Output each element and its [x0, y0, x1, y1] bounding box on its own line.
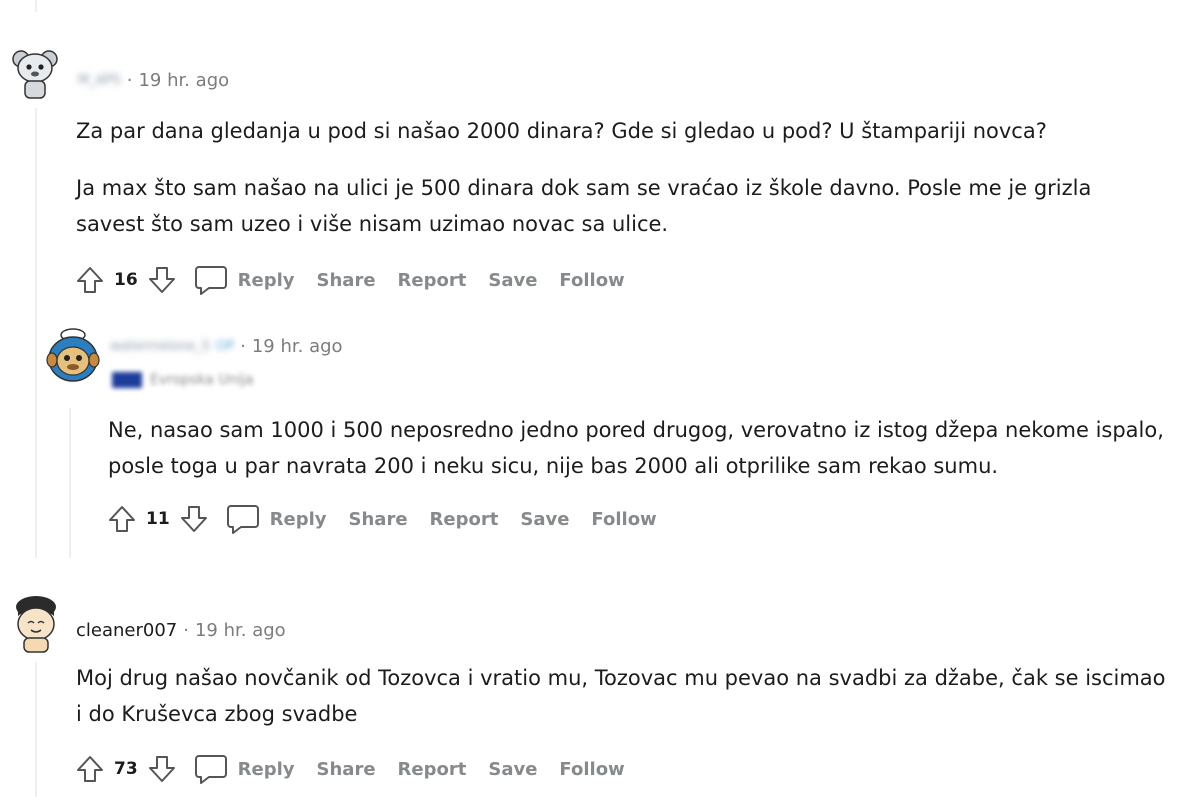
timestamp[interactable]: 19 hr. ago	[138, 70, 229, 91]
reply-button[interactable]: Reply	[238, 759, 295, 780]
save-button[interactable]: Save	[488, 270, 537, 291]
thread-line[interactable]	[35, 108, 37, 558]
username[interactable]: watermelone_S	[110, 339, 210, 354]
save-button[interactable]: Save	[520, 509, 569, 530]
thread-line[interactable]	[35, 662, 37, 797]
follow-button[interactable]: Follow	[559, 270, 624, 291]
comment-body: Za par dana gledanja u pod si našao 2000…	[76, 113, 1166, 242]
avatar[interactable]	[44, 326, 102, 388]
comment-paragraph: Za par dana gledanja u pod si našao 2000…	[76, 119, 1047, 143]
comment-meta: M_APS · 19 hr. ago	[78, 70, 229, 91]
reply-button[interactable]: Reply	[238, 270, 295, 291]
separator: ·	[240, 336, 246, 357]
comment-body: Moj drug našao novčanik od Tozovca i vra…	[76, 660, 1166, 732]
eu-flag-icon	[112, 372, 142, 388]
flair-text: Evropska Unija	[150, 372, 254, 388]
avatar[interactable]	[10, 44, 60, 100]
report-button[interactable]: Report	[398, 759, 467, 780]
comment-paragraph: Moj drug našao novčanik od Tozovca i vra…	[76, 666, 1166, 726]
separator: ·	[183, 620, 189, 641]
comment-meta: cleaner007 · 19 hr. ago	[76, 620, 286, 641]
follow-button[interactable]: Follow	[559, 759, 624, 780]
share-button[interactable]: Share	[317, 759, 376, 780]
follow-button[interactable]: Follow	[591, 509, 656, 530]
separator: ·	[126, 70, 133, 91]
snoo-avatar-icon	[16, 596, 56, 653]
thread-line-nested[interactable]	[69, 408, 71, 558]
reply-button[interactable]: Reply	[270, 509, 327, 530]
arrow-up-icon[interactable]	[106, 503, 138, 535]
user-flair: Evropska Unija	[112, 372, 254, 388]
username[interactable]: M_APS	[78, 73, 121, 88]
speech-bubble-icon[interactable]	[194, 753, 228, 785]
op-badge: OP	[216, 339, 235, 354]
username[interactable]: cleaner007	[76, 620, 177, 641]
timestamp[interactable]: 19 hr. ago	[195, 620, 286, 641]
arrow-down-icon[interactable]	[146, 264, 178, 296]
vote-count: 16	[114, 270, 138, 290]
arrow-down-icon[interactable]	[178, 503, 210, 535]
avatar[interactable]	[10, 594, 62, 654]
comment-body: Ne, nasao sam 1000 i 500 neposredno jedn…	[108, 412, 1168, 484]
vote-count: 73	[114, 759, 138, 779]
comment-actions: 11 Reply Share Report Save Follow	[106, 501, 679, 537]
snoo-avatar-icon	[12, 50, 58, 99]
share-button[interactable]: Share	[317, 270, 376, 291]
comment-meta: watermelone_S OP · 19 hr. ago	[110, 336, 343, 357]
comment-paragraph: Ne, nasao sam 1000 i 500 neposredno jedn…	[108, 418, 1164, 478]
save-button[interactable]: Save	[488, 759, 537, 780]
timestamp[interactable]: 19 hr. ago	[252, 336, 343, 357]
thread-line[interactable]	[35, 0, 37, 12]
report-button[interactable]: Report	[398, 270, 467, 291]
comment-actions: 73 Reply Share Report Save Follow	[74, 751, 647, 787]
arrow-up-icon[interactable]	[74, 264, 106, 296]
comment-paragraph: Ja max što sam našao na ulici je 500 din…	[76, 176, 1092, 236]
speech-bubble-icon[interactable]	[194, 264, 228, 296]
arrow-up-icon[interactable]	[74, 753, 106, 785]
report-button[interactable]: Report	[430, 509, 499, 530]
share-button[interactable]: Share	[349, 509, 408, 530]
vote-count: 11	[146, 509, 170, 529]
comment-actions: 16 Reply Share Report Save Follow	[74, 262, 647, 298]
speech-bubble-icon[interactable]	[226, 503, 260, 535]
arrow-down-icon[interactable]	[146, 753, 178, 785]
snoo-avatar-icon	[46, 328, 100, 382]
